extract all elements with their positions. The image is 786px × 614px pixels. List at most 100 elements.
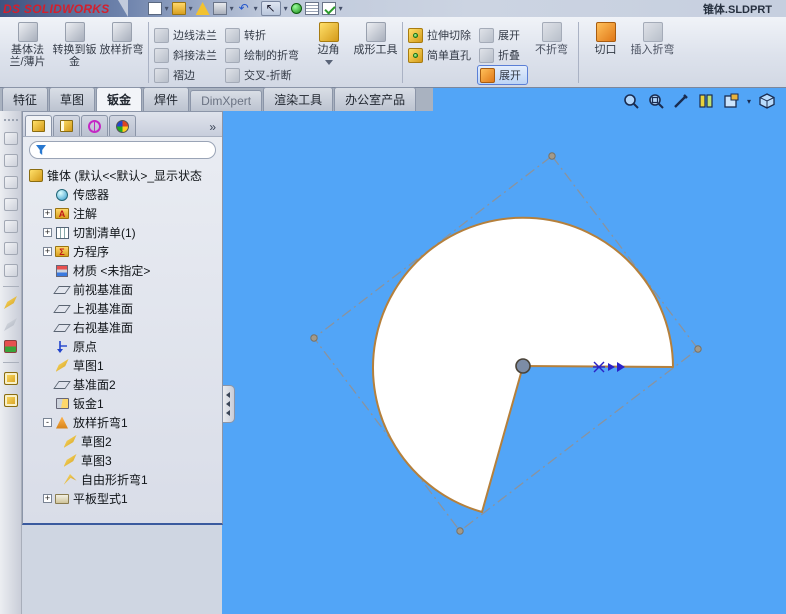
tree-filter-input[interactable] <box>50 143 209 157</box>
reference-geometry-icon[interactable] <box>4 340 17 353</box>
open-icon[interactable] <box>171 2 186 15</box>
section-view-icon[interactable] <box>697 93 715 109</box>
tree-item-material[interactable]: 材质 <未指定> <box>29 261 222 280</box>
expand-icon[interactable]: + <box>43 247 52 256</box>
dropdown-icon[interactable]: ▾ <box>189 2 193 15</box>
displaymanager-tab[interactable] <box>109 115 136 136</box>
quick-access-toolbar: ▾ ▾ ▾ ↶ ▾ ↖ ▾ ▾ <box>147 1 343 16</box>
cross-break-button[interactable]: 交叉-折断 <box>223 65 305 85</box>
expand-icon[interactable]: + <box>43 494 52 503</box>
rip-button[interactable]: 切口 <box>582 19 629 86</box>
dropdown-icon[interactable]: ▾ <box>339 2 343 15</box>
convert-to-sheet-metal-button[interactable]: 转换到钣金 <box>51 19 98 86</box>
tree-item-origin[interactable]: 原点 <box>29 337 222 356</box>
tab-render-tools[interactable]: 渲染工具 <box>263 87 334 111</box>
display-style-icon[interactable] <box>758 93 776 109</box>
tree-item-annotations[interactable]: + A 注解 <box>29 204 222 223</box>
select-tool-button[interactable]: ↖ <box>260 1 281 16</box>
propertymanager-tab[interactable] <box>53 115 80 136</box>
tree-item-sketch1[interactable]: 草图1 <box>29 356 222 375</box>
lofted-bend-button[interactable]: 放样折弯 <box>98 19 145 86</box>
insert-bends-button[interactable]: 插入折弯 <box>629 19 676 86</box>
sketched-bend-button[interactable]: 绘制的折弯 <box>223 45 305 65</box>
save-icon[interactable] <box>195 2 210 15</box>
graphics-viewport[interactable]: ▾ <box>222 88 786 614</box>
rebuild-icon[interactable] <box>290 3 302 14</box>
zoom-area-icon[interactable] <box>647 93 665 109</box>
expand-icon[interactable]: + <box>43 228 52 237</box>
undo-icon[interactable]: ↶ <box>237 2 251 15</box>
print-icon[interactable] <box>212 2 227 15</box>
collapse-icon[interactable]: - <box>43 418 52 427</box>
menu-flyout-arrow[interactable] <box>117 0 128 17</box>
jog-button[interactable]: 转折 <box>223 25 305 45</box>
tab-dimxpert[interactable]: DimXpert <box>190 90 263 111</box>
tree-item-flat-pattern1[interactable]: + 平板型式1 <box>29 489 222 508</box>
tree-item-cut-list[interactable]: + 切割清单(1) <box>29 223 222 242</box>
simple-hole-button[interactable]: 简单直孔 <box>406 45 477 65</box>
corners-button[interactable]: 边角 <box>305 19 352 86</box>
view-top-icon[interactable] <box>3 220 18 233</box>
tree-item-equations[interactable]: + Σ 方程序 <box>29 242 222 261</box>
tree-item-front-plane[interactable]: 前视基准面 <box>29 280 222 299</box>
tree-item-sensors[interactable]: 传感器 <box>29 185 222 204</box>
tab-office-products[interactable]: 办公室产品 <box>334 87 417 111</box>
tree-item-sketch2[interactable]: 草图2 <box>29 432 222 451</box>
zoom-fit-icon[interactable] <box>622 93 640 109</box>
task-pane-icon[interactable] <box>321 2 336 15</box>
previous-view-icon[interactable] <box>672 93 690 109</box>
flat-pattern-icon <box>55 493 69 504</box>
expand-icon[interactable]: + <box>43 209 52 218</box>
view-isometric-icon[interactable] <box>3 264 18 277</box>
tab-weldments[interactable]: 焊件 <box>143 87 190 111</box>
corner-handle[interactable] <box>456 527 464 535</box>
tree-item-sketch3[interactable]: 草图3 <box>29 451 222 470</box>
configurationmanager-tab[interactable] <box>81 115 108 136</box>
toolbar-grip[interactable] <box>3 119 18 121</box>
extruded-cut-button[interactable]: 拉伸切除 <box>406 25 477 45</box>
view-right-icon[interactable] <box>3 198 18 211</box>
no-bends-button[interactable]: 不折弯 <box>528 19 575 86</box>
view-orientation-icon[interactable] <box>722 93 740 109</box>
fold-button[interactable]: 折叠 <box>477 45 528 65</box>
tab-features[interactable]: 特征 <box>2 87 49 111</box>
corner-handle[interactable] <box>548 152 556 160</box>
view-bottom-icon[interactable] <box>3 242 18 255</box>
edge-flange-button[interactable]: 边线法兰 <box>152 25 223 45</box>
flatten-button[interactable]: 展开 <box>477 65 528 85</box>
miter-flange-button[interactable]: 斜接法兰 <box>152 45 223 65</box>
feature-pane-splitter[interactable] <box>222 385 235 423</box>
view-back-icon[interactable] <box>3 154 18 167</box>
base-flange-button[interactable]: 基体法兰/薄片 <box>4 19 51 86</box>
tab-sheet-metal[interactable]: 钣金 <box>96 87 143 111</box>
dropdown-icon[interactable]: ▾ <box>254 2 258 15</box>
tree-item-right-plane[interactable]: 右视基准面 <box>29 318 222 337</box>
view-front-icon[interactable] <box>3 132 18 145</box>
feature-b-icon[interactable] <box>3 394 18 407</box>
feature-a-icon[interactable] <box>3 372 18 385</box>
dropdown-icon[interactable]: ▾ <box>747 97 751 106</box>
forming-tool-button[interactable]: 成形工具 <box>352 19 399 86</box>
tree-item-sheet-metal1[interactable]: 钣金1 <box>29 394 222 413</box>
featuremanager-tab[interactable] <box>25 115 52 136</box>
unfold-button[interactable]: 展开 <box>477 25 528 45</box>
tree-item-top-plane[interactable]: 上视基准面 <box>29 299 222 318</box>
hem-button[interactable]: 褶边 <box>152 65 223 85</box>
new-document-icon[interactable] <box>147 2 162 15</box>
apex-hole[interactable] <box>515 358 531 374</box>
3d-sketch-icon[interactable] <box>4 318 17 331</box>
sketch-icon[interactable] <box>4 296 17 309</box>
tree-item-freeform-bend1[interactable]: 自由形折弯1 <box>29 470 222 489</box>
tab-sketch[interactable]: 草图 <box>49 87 96 111</box>
options-icon[interactable] <box>304 2 319 15</box>
corner-handle[interactable] <box>694 345 702 353</box>
manager-tabs-overflow-icon[interactable]: » <box>205 120 220 136</box>
dropdown-icon[interactable]: ▾ <box>230 2 234 15</box>
corner-handle[interactable] <box>310 334 318 342</box>
tree-root[interactable]: 锥体 (默认<<默认>_显示状态 <box>29 166 222 185</box>
dropdown-icon[interactable]: ▾ <box>165 2 169 15</box>
tree-item-lofted-bend1[interactable]: - 放样折弯1 <box>29 413 222 432</box>
tree-item-plane2[interactable]: 基准面2 <box>29 375 222 394</box>
view-left-icon[interactable] <box>3 176 18 189</box>
dropdown-icon[interactable]: ▾ <box>284 2 288 15</box>
